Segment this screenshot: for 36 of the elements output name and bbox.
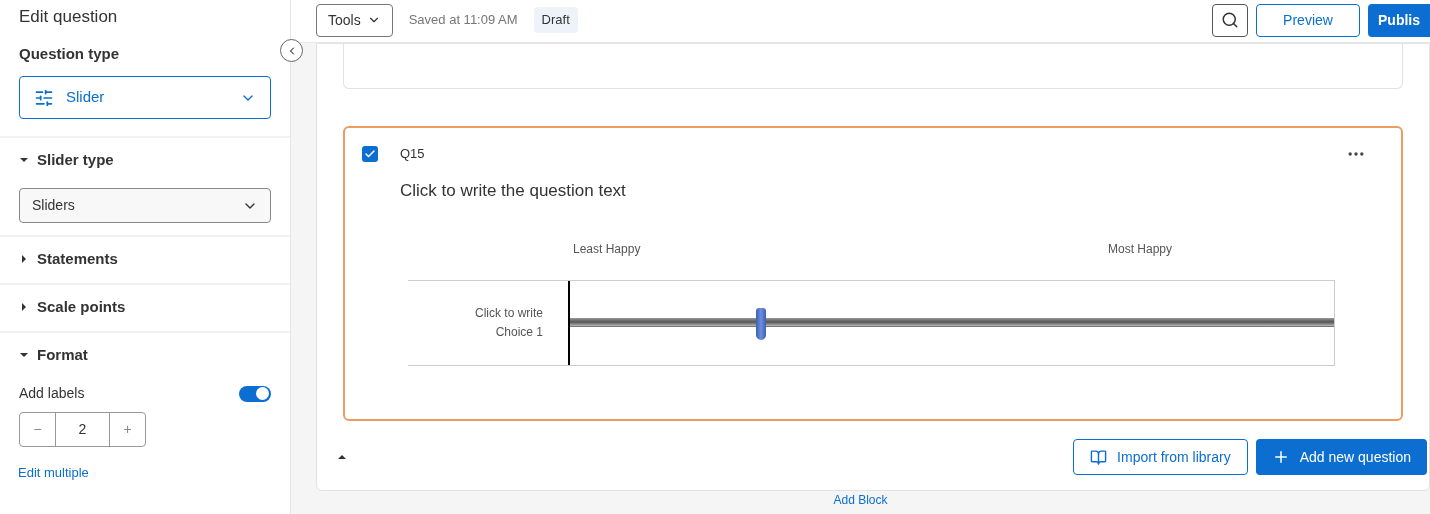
slider-track[interactable] bbox=[568, 280, 1334, 365]
question-type-dropdown[interactable]: Slider bbox=[19, 76, 271, 119]
edit-multiple-link[interactable]: Edit multiple bbox=[0, 463, 290, 483]
tools-button[interactable]: Tools bbox=[316, 3, 393, 37]
add-new-question-button[interactable]: Add new question bbox=[1255, 439, 1427, 475]
search-button[interactable] bbox=[1212, 3, 1248, 37]
question-number: Q15 bbox=[400, 145, 425, 164]
slider-handle[interactable] bbox=[756, 307, 766, 340]
panel-title: Edit question bbox=[19, 6, 119, 28]
statement-label[interactable]: Click to write Choice 1 bbox=[408, 280, 568, 365]
section-title[interactable]: Scale points bbox=[37, 295, 126, 319]
slider-icon bbox=[34, 87, 54, 108]
scale-label: Most Happy bbox=[1107, 240, 1172, 258]
publish-button[interactable]: Publis bbox=[1368, 3, 1430, 37]
section-title[interactable]: Format bbox=[37, 343, 88, 367]
preview-button[interactable]: Preview bbox=[1256, 3, 1360, 37]
scale-label: Least Happy bbox=[572, 240, 641, 258]
stepper-value[interactable]: 2 bbox=[56, 413, 109, 446]
book-icon bbox=[1090, 448, 1108, 466]
collapse-caret-icon[interactable] bbox=[337, 452, 347, 462]
add-block-link[interactable]: Add Block bbox=[833, 493, 888, 507]
search-icon bbox=[1221, 11, 1239, 29]
question-text[interactable]: Click to write the question text bbox=[400, 178, 1384, 204]
saved-status: Saved at 11:09 AM bbox=[408, 11, 518, 30]
section-title[interactable]: Statements bbox=[37, 247, 118, 271]
status-badge: Draft bbox=[533, 7, 578, 33]
check-icon bbox=[364, 148, 376, 160]
increment-button[interactable]: + bbox=[109, 413, 145, 446]
section-title[interactable]: Slider type bbox=[37, 148, 114, 172]
import-from-library-button[interactable]: Import from library bbox=[1073, 439, 1248, 475]
toggle-label: Add labels bbox=[19, 384, 85, 403]
decrement-button[interactable]: − bbox=[20, 413, 56, 446]
slider-type-dropdown[interactable]: Sliders bbox=[19, 188, 271, 223]
toggle-switch[interactable] bbox=[239, 385, 271, 402]
question-checkbox[interactable] bbox=[362, 146, 378, 162]
field-label: Question type bbox=[19, 44, 120, 64]
